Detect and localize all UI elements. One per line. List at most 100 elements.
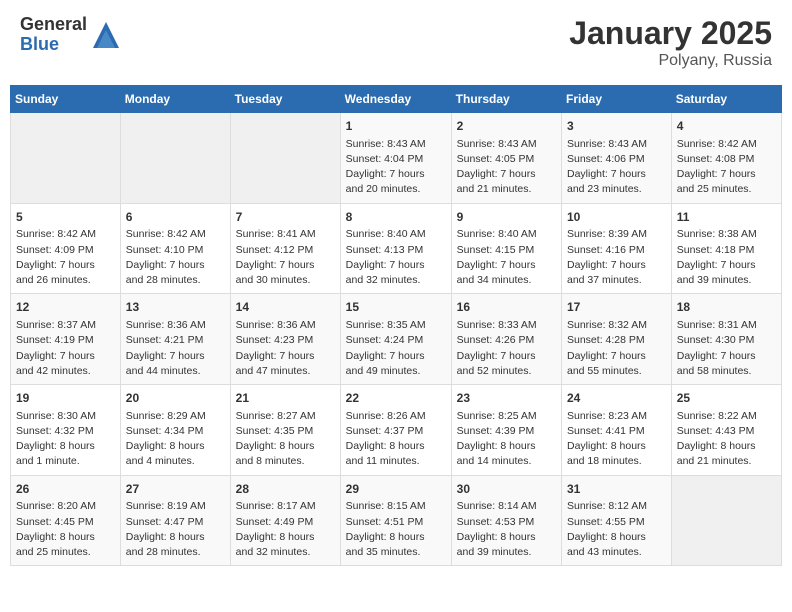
calendar-cell: 24 Sunrise: 8:23 AM Sunset: 4:41 PM Dayli… <box>562 385 672 476</box>
calendar-cell: 10Sunrise: 8:39 AM Sunset: 4:16 PM Dayli… <box>562 203 672 294</box>
calendar-cell: 21Sunrise: 8:27 AM Sunset: 4:35 PM Dayli… <box>230 385 340 476</box>
day-info: Sunrise: 8:42 AM Sunset: 4:09 PM Dayligh… <box>16 227 115 288</box>
calendar-cell: 22 Sunrise: 8:26 AM Sunset: 4:37 PM Dayli… <box>340 385 451 476</box>
day-info: Sunrise: 8:36 AM Sunset: 4:21 PM Dayligh… <box>126 318 225 379</box>
logo-blue-text: Blue <box>20 35 87 55</box>
day-info: Sunrise: 8:23 AM Sunset: 4:41 PM Dayligh… <box>567 409 666 470</box>
day-info: Sunrise: 8:42 AM Sunset: 4:10 PM Dayligh… <box>126 227 225 288</box>
day-info: Sunrise: 8:36 AM Sunset: 4:23 PM Dayligh… <box>236 318 335 379</box>
day-number: 7 <box>236 209 335 226</box>
weekday-header-row: SundayMondayTuesdayWednesdayThursdayFrid… <box>11 86 782 113</box>
logo-icon <box>91 20 121 50</box>
calendar-cell: 12Sunrise: 8:37 AM Sunset: 4:19 PM Dayli… <box>11 294 121 385</box>
day-number: 30 <box>457 481 556 498</box>
calendar-cell: 19 Sunrise: 8:30 AM Sunset: 4:32 PM Dayli… <box>11 385 121 476</box>
calendar-cell: 29Sunrise: 8:15 AM Sunset: 4:51 PM Dayli… <box>340 475 451 566</box>
calendar-cell: 1Sunrise: 8:43 AM Sunset: 4:04 PM Daylig… <box>340 113 451 204</box>
calendar-cell: 31Sunrise: 8:12 AM Sunset: 4:55 PM Dayli… <box>562 475 672 566</box>
calendar-header: SundayMondayTuesdayWednesdayThursdayFrid… <box>11 86 782 113</box>
calendar-cell: 27Sunrise: 8:19 AM Sunset: 4:47 PM Dayli… <box>120 475 230 566</box>
day-number: 18 <box>677 299 776 316</box>
calendar-cell: 3Sunrise: 8:43 AM Sunset: 4:06 PM Daylig… <box>562 113 672 204</box>
weekday-header-tuesday: Tuesday <box>230 86 340 113</box>
day-info: Sunrise: 8:22 AM Sunset: 4:43 PM Dayligh… <box>677 409 776 470</box>
day-info: Sunrise: 8:12 AM Sunset: 4:55 PM Dayligh… <box>567 499 666 560</box>
day-info: Sunrise: 8:17 AM Sunset: 4:49 PM Dayligh… <box>236 499 335 560</box>
weekday-header-sunday: Sunday <box>11 86 121 113</box>
day-info: Sunrise: 8:30 AM Sunset: 4:32 PM Dayligh… <box>16 409 115 470</box>
day-number: 20 <box>126 390 225 407</box>
day-number: 29 <box>346 481 446 498</box>
day-info: Sunrise: 8:20 AM Sunset: 4:45 PM Dayligh… <box>16 499 115 560</box>
day-info: Sunrise: 8:43 AM Sunset: 4:05 PM Dayligh… <box>457 137 556 198</box>
day-number: 8 <box>346 209 446 226</box>
calendar-cell: 23Sunrise: 8:25 AM Sunset: 4:39 PM Dayli… <box>451 385 561 476</box>
day-number: 2 <box>457 118 556 135</box>
day-number: 25 <box>677 390 776 407</box>
calendar-cell <box>11 113 121 204</box>
logo: General Blue <box>20 15 121 55</box>
day-info: Sunrise: 8:33 AM Sunset: 4:26 PM Dayligh… <box>457 318 556 379</box>
day-number: 3 <box>567 118 666 135</box>
day-info: Sunrise: 8:40 AM Sunset: 4:15 PM Dayligh… <box>457 227 556 288</box>
day-number: 19 <box>16 390 115 407</box>
calendar-cell: 8Sunrise: 8:40 AM Sunset: 4:13 PM Daylig… <box>340 203 451 294</box>
day-info: Sunrise: 8:26 AM Sunset: 4:37 PM Dayligh… <box>346 409 446 470</box>
day-number: 22 <box>346 390 446 407</box>
calendar-cell: 11Sunrise: 8:38 AM Sunset: 4:18 PM Dayli… <box>671 203 781 294</box>
day-info: Sunrise: 8:38 AM Sunset: 4:18 PM Dayligh… <box>677 227 776 288</box>
weekday-header-friday: Friday <box>562 86 672 113</box>
calendar-table: SundayMondayTuesdayWednesdayThursdayFrid… <box>10 85 782 566</box>
calendar-cell: 2 Sunrise: 8:43 AM Sunset: 4:05 PM Daylig… <box>451 113 561 204</box>
calendar-cell <box>671 475 781 566</box>
day-number: 24 <box>567 390 666 407</box>
day-info: Sunrise: 8:32 AM Sunset: 4:28 PM Dayligh… <box>567 318 666 379</box>
day-number: 9 <box>457 209 556 226</box>
calendar-cell: 9Sunrise: 8:40 AM Sunset: 4:15 PM Daylig… <box>451 203 561 294</box>
day-number: 1 <box>346 118 446 135</box>
calendar-week-2: 5Sunrise: 8:42 AM Sunset: 4:09 PM Daylig… <box>11 203 782 294</box>
day-number: 11 <box>677 209 776 226</box>
day-number: 28 <box>236 481 335 498</box>
weekday-header-thursday: Thursday <box>451 86 561 113</box>
calendar-cell <box>120 113 230 204</box>
day-info: Sunrise: 8:14 AM Sunset: 4:53 PM Dayligh… <box>457 499 556 560</box>
calendar-cell: 13 Sunrise: 8:36 AM Sunset: 4:21 PM Dayli… <box>120 294 230 385</box>
weekday-header-saturday: Saturday <box>671 86 781 113</box>
day-number: 13 <box>126 299 225 316</box>
calendar-week-1: 1Sunrise: 8:43 AM Sunset: 4:04 PM Daylig… <box>11 113 782 204</box>
calendar-cell: 17Sunrise: 8:32 AM Sunset: 4:28 PM Dayli… <box>562 294 672 385</box>
day-number: 12 <box>16 299 115 316</box>
calendar-cell: 26Sunrise: 8:20 AM Sunset: 4:45 PM Dayli… <box>11 475 121 566</box>
calendar-cell: 25 Sunrise: 8:22 AM Sunset: 4:43 PM Dayli… <box>671 385 781 476</box>
day-info: Sunrise: 8:39 AM Sunset: 4:16 PM Dayligh… <box>567 227 666 288</box>
day-number: 23 <box>457 390 556 407</box>
calendar-cell: 7Sunrise: 8:41 AM Sunset: 4:12 PM Daylig… <box>230 203 340 294</box>
calendar-cell: 6Sunrise: 8:42 AM Sunset: 4:10 PM Daylig… <box>120 203 230 294</box>
calendar-cell: 28Sunrise: 8:17 AM Sunset: 4:49 PM Dayli… <box>230 475 340 566</box>
weekday-header-monday: Monday <box>120 86 230 113</box>
day-info: Sunrise: 8:42 AM Sunset: 4:08 PM Dayligh… <box>677 137 776 198</box>
calendar-cell: 20Sunrise: 8:29 AM Sunset: 4:34 PM Dayli… <box>120 385 230 476</box>
day-number: 6 <box>126 209 225 226</box>
calendar-week-4: 19 Sunrise: 8:30 AM Sunset: 4:32 PM Dayli… <box>11 385 782 476</box>
calendar-cell: 18Sunrise: 8:31 AM Sunset: 4:30 PM Dayli… <box>671 294 781 385</box>
calendar-cell: 16Sunrise: 8:33 AM Sunset: 4:26 PM Dayli… <box>451 294 561 385</box>
calendar-cell <box>230 113 340 204</box>
day-number: 4 <box>677 118 776 135</box>
day-number: 10 <box>567 209 666 226</box>
day-number: 15 <box>346 299 446 316</box>
calendar-week-3: 12Sunrise: 8:37 AM Sunset: 4:19 PM Dayli… <box>11 294 782 385</box>
day-info: Sunrise: 8:27 AM Sunset: 4:35 PM Dayligh… <box>236 409 335 470</box>
day-number: 14 <box>236 299 335 316</box>
calendar-cell: 30Sunrise: 8:14 AM Sunset: 4:53 PM Dayli… <box>451 475 561 566</box>
month-title: January 2025 <box>569 15 772 52</box>
calendar-week-5: 26Sunrise: 8:20 AM Sunset: 4:45 PM Dayli… <box>11 475 782 566</box>
day-number: 26 <box>16 481 115 498</box>
calendar-cell: 4 Sunrise: 8:42 AM Sunset: 4:08 PM Daylig… <box>671 113 781 204</box>
day-info: Sunrise: 8:40 AM Sunset: 4:13 PM Dayligh… <box>346 227 446 288</box>
day-info: Sunrise: 8:15 AM Sunset: 4:51 PM Dayligh… <box>346 499 446 560</box>
day-info: Sunrise: 8:41 AM Sunset: 4:12 PM Dayligh… <box>236 227 335 288</box>
calendar-body: 1Sunrise: 8:43 AM Sunset: 4:04 PM Daylig… <box>11 113 782 566</box>
location-subtitle: Polyany, Russia <box>569 52 772 70</box>
